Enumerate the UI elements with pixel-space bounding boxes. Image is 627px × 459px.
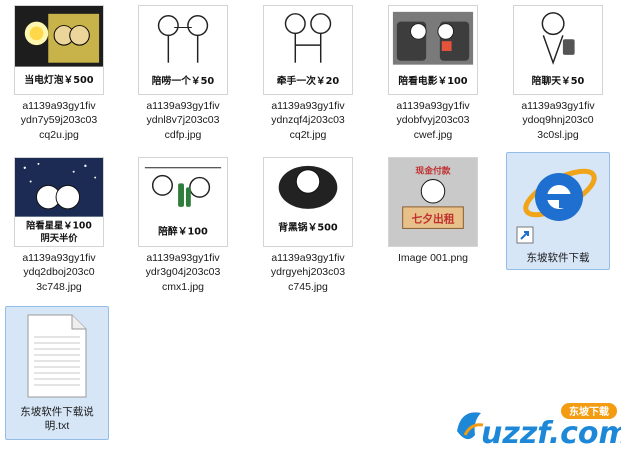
file-name: a1139a93gy1fiv ydnl8v7j203c03 cdfp.jpg bbox=[146, 100, 220, 141]
image-thumbnail: 陪看电影￥100 bbox=[388, 5, 478, 95]
image-thumbnail: 当电灯泡￥500 bbox=[14, 5, 104, 95]
thumbnail-caption: 陪聊天￥50 bbox=[532, 74, 585, 87]
image-thumbnail: 陪看星星￥100 阴天半价 bbox=[14, 157, 104, 247]
image-thumbnail: 背黑锅￥500 bbox=[263, 157, 353, 247]
file-name: 东坡软件下载说 明.txt bbox=[20, 406, 94, 433]
thumbnail-caption: 七夕出租 bbox=[411, 213, 454, 226]
file-tile-selected[interactable]: 东坡软件下载说 明.txt bbox=[5, 306, 109, 440]
image-thumbnail: 牵手一次￥20 bbox=[263, 5, 353, 95]
file-tile[interactable]: 陪唠一个￥50 a1139a93gy1fiv ydnl8v7j203c03 cdfp… bbox=[131, 2, 235, 150]
thumbnail-caption-secondary: 现金付款 bbox=[415, 165, 450, 177]
uzzf-logo: uzzf.com 东坡下载 bbox=[451, 401, 627, 453]
logo-brand-badge: 东坡下载 bbox=[569, 405, 609, 418]
file-tile[interactable]: 陪看电影￥100 a1139a93gy1fiv ydobfvyj203c03 cwe… bbox=[381, 2, 485, 150]
image-thumbnail: 陪唠一个￥50 bbox=[138, 5, 228, 95]
thumbnail-caption-secondary: 阴天半价 bbox=[40, 232, 78, 244]
thumbnail-caption: 当电灯泡￥500 bbox=[24, 73, 93, 86]
file-name: a1139a93gy1fiv ydn7y59j203c03 cq2u.jpg bbox=[20, 100, 98, 141]
thumbnail-caption: 陪看电影￥100 bbox=[398, 74, 467, 87]
file-tile[interactable]: 陪聊天￥50 a1139a93gy1fiv ydoq9hnj203c0 3c0sl.… bbox=[506, 2, 610, 150]
thumbnail-caption: 陪看星星￥100 bbox=[26, 219, 92, 231]
image-thumbnail: 陪聊天￥50 bbox=[513, 5, 603, 95]
file-name: a1139a93gy1fiv ydr3g04j203c03 cmx1.jpg bbox=[145, 252, 221, 293]
file-tile[interactable]: 陪醉￥100 a1139a93gy1fiv ydr3g04j203c03 cmx1.… bbox=[131, 154, 235, 302]
text-file-icon bbox=[20, 313, 94, 399]
file-tile[interactable]: 当电灯泡￥500 a1139a93gy1fiv ydn7y59j203c03 cq2… bbox=[7, 2, 111, 150]
thumbnail-caption: 陪唠一个￥50 bbox=[152, 74, 215, 87]
file-tile[interactable]: 牵手一次￥20 a1139a93gy1fiv ydnzqf4j203c03 cq2t… bbox=[256, 2, 360, 150]
file-name: a1139a93gy1fiv ydrgyehj203c03 c745.jpg bbox=[270, 252, 346, 293]
file-tile-selected[interactable]: 东坡软件下载 bbox=[506, 152, 610, 270]
file-name: a1139a93gy1fiv ydq2dboj203c0 3c748.jpg bbox=[22, 252, 96, 293]
file-name: a1139a93gy1fiv ydnzqf4j203c03 cq2t.jpg bbox=[271, 100, 345, 141]
internet-explorer-icon bbox=[513, 157, 603, 245]
thumbnail-caption: 陪醉￥100 bbox=[158, 224, 208, 237]
image-thumbnail: 陪醉￥100 bbox=[138, 157, 228, 247]
image-thumbnail: 现金付款 七夕出租 bbox=[388, 157, 478, 247]
file-tile[interactable]: 陪看星星￥100 阴天半价 a1139a93gy1fiv ydq2dboj203c… bbox=[7, 154, 111, 302]
file-name: a1139a93gy1fiv ydobfvyj203c03 cwef.jpg bbox=[396, 100, 470, 141]
file-name: 东坡软件下载 bbox=[526, 252, 590, 264]
thumbnail-caption: 背黑锅￥500 bbox=[278, 220, 338, 233]
thumbnail-caption: 牵手一次￥20 bbox=[277, 74, 340, 87]
file-tile[interactable]: 现金付款 七夕出租 Image 001.png bbox=[381, 154, 485, 278]
file-tile[interactable]: 背黑锅￥500 a1139a93gy1fiv ydrgyehj203c03 c745… bbox=[256, 154, 360, 302]
logo-site-text: uzzf.com bbox=[481, 416, 621, 451]
file-name: Image 001.png bbox=[397, 252, 469, 264]
file-name: a1139a93gy1fiv ydoq9hnj203c0 3c0sl.jpg bbox=[521, 100, 595, 141]
